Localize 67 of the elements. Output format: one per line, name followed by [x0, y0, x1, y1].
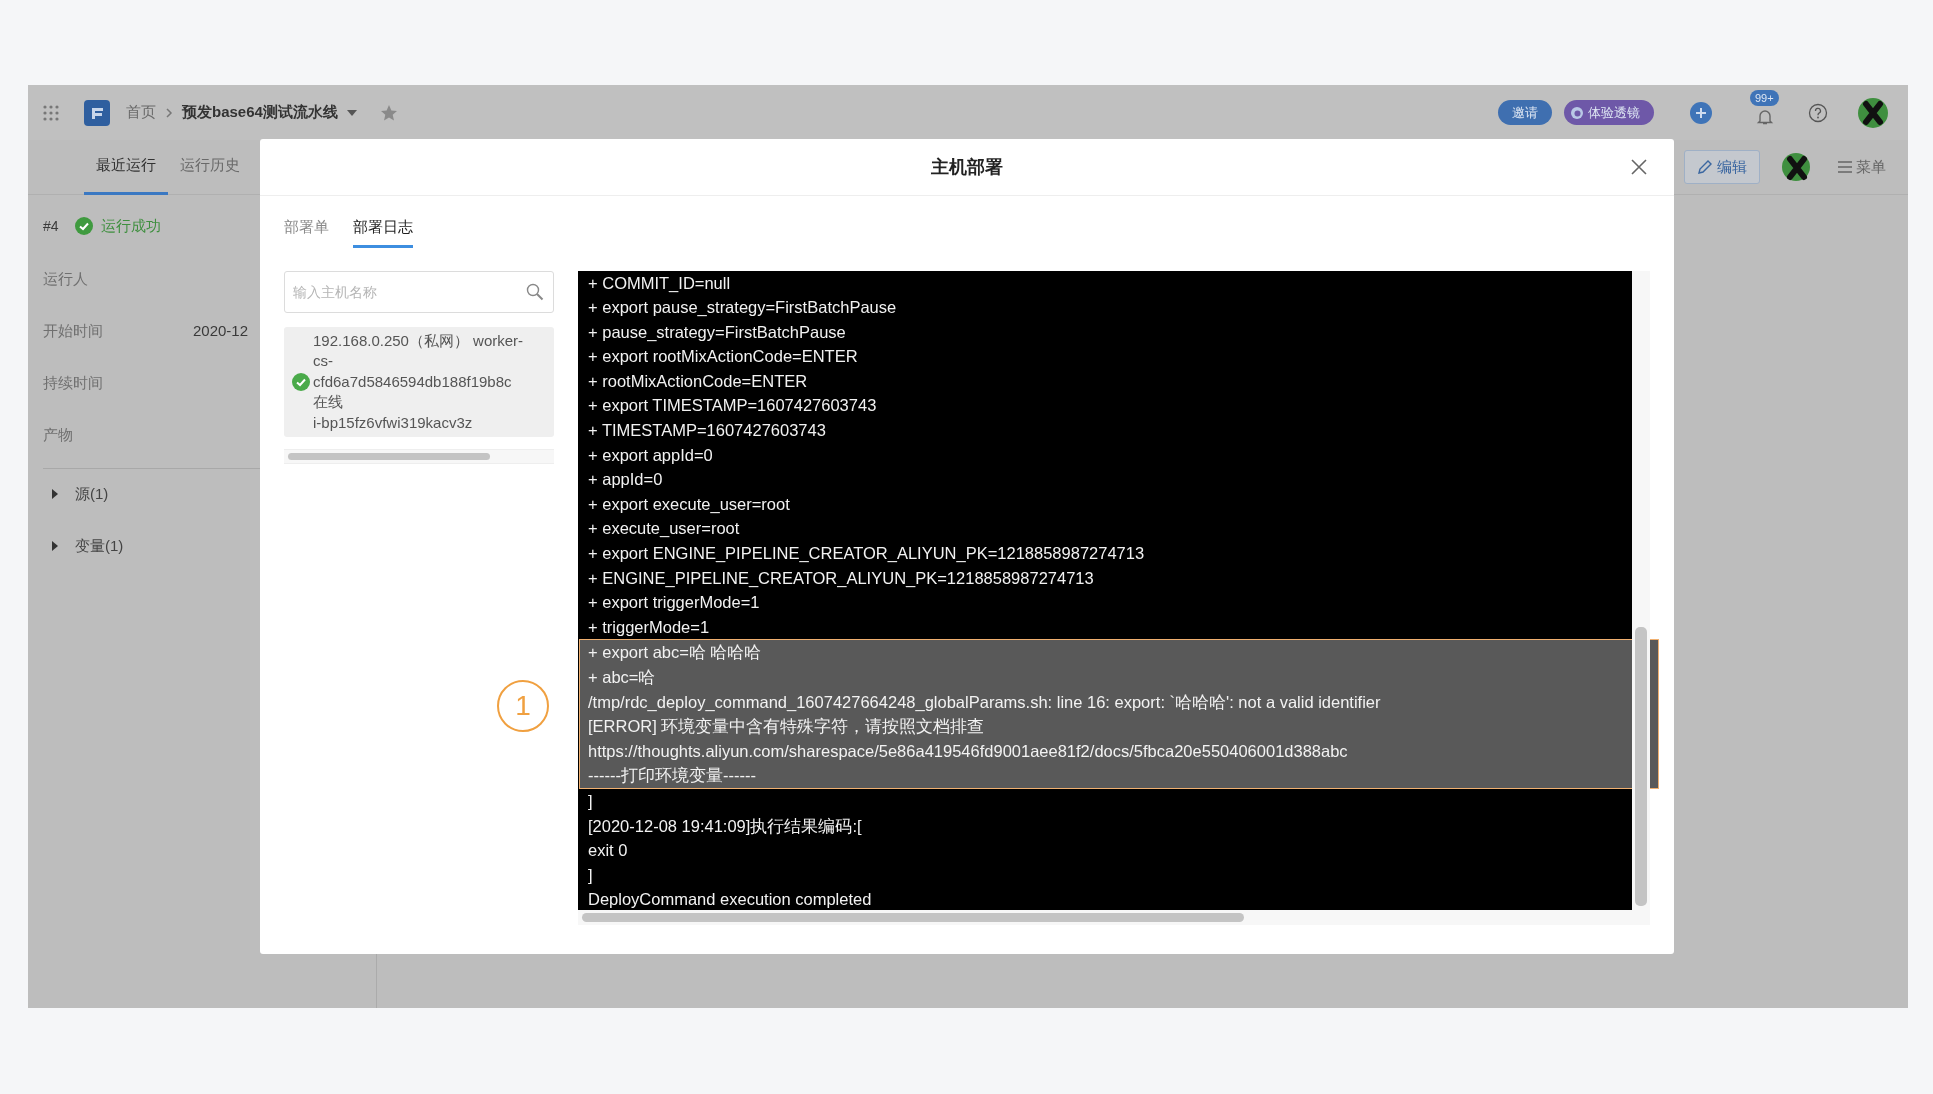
host-detail: i-bp15fz6vfwi319kacv3z [313, 412, 474, 433]
dialog-tab[interactable]: 部署单 [284, 210, 329, 248]
log-line: + COMMIT_ID=null [588, 272, 732, 294]
log-line: + pause_strategy=FirstBatchPause [588, 321, 847, 343]
notification-count: 99+ [1750, 89, 1779, 106]
run-number: #4 [43, 216, 59, 236]
log-line: + appId=0 [588, 469, 664, 491]
pencil-icon [1697, 159, 1713, 175]
help-icon[interactable] [1808, 102, 1828, 123]
avatar-icon[interactable] [1858, 97, 1888, 128]
log-line: DeployCommand execution completed [588, 889, 873, 911]
lens-button[interactable]: 体验透镜 [1564, 99, 1654, 126]
host-detail: cs- [313, 351, 334, 371]
log-line: + export pause_strategy=FirstBatchPause [588, 297, 898, 319]
bell-icon[interactable] [1756, 107, 1774, 126]
page-tab[interactable]: 最近运行 [84, 139, 168, 195]
vertical-scrollbar[interactable] [1632, 270, 1650, 910]
log-line: + export execute_user=root [588, 493, 791, 515]
add-icon[interactable] [1690, 101, 1712, 124]
log-line: + rootMixActionCode=ENTER [588, 370, 809, 392]
log-line: ] [588, 864, 594, 886]
field-label: 开始时间 [43, 321, 104, 342]
log-line: exit 0 [588, 840, 629, 862]
log-line: [2020-12-08 19:41:09]执行结果编码:[ [588, 815, 863, 837]
host-detail: 192.168.0.250（私网） worker- [313, 330, 524, 351]
caret-down-icon[interactable] [345, 108, 358, 117]
host-detail: cfd6a7d5846594db188f19b8c [313, 371, 513, 392]
field-label: 运行人 [43, 269, 89, 290]
menu-icon [1838, 161, 1852, 173]
log-line: + export ENGINE_PIPELINE_CREATOR_ALIYUN_PK=1218858987274713 [588, 543, 1146, 565]
avatar-icon[interactable] [1782, 153, 1810, 181]
star-icon[interactable] [379, 103, 398, 122]
log-line: + triggerMode=1 [588, 616, 711, 638]
chevron-right-icon [164, 106, 174, 119]
search-icon [526, 282, 544, 301]
page-tab[interactable]: 运行历史 [168, 139, 252, 195]
log-line: + export rootMixActionCode=ENTER [588, 346, 859, 368]
field-value: 2020-12 [193, 321, 249, 342]
apps-grid-icon[interactable] [42, 103, 60, 122]
breadcrumb-link[interactable]: 首页 [126, 101, 156, 124]
invite-button[interactable]: 邀请 [1498, 99, 1552, 126]
pipeline-title: 预发base64测试流水线 [182, 102, 338, 123]
lens-icon [1570, 105, 1584, 120]
dialog-tab[interactable]: 部署日志 [353, 210, 413, 248]
host-detail: 在线 [313, 392, 344, 412]
log-line: + export triggerMode=1 [588, 592, 761, 614]
section-toggle[interactable]: 变量(1) [43, 535, 124, 558]
field-label: 持续时间 [43, 373, 104, 394]
run-status: 运行成功 [100, 216, 161, 236]
check-circle-icon [74, 217, 93, 236]
close-icon[interactable] [1631, 159, 1647, 175]
annotation-marker: 1 [497, 680, 549, 732]
host-item[interactable]: 192.168.0.250（私网） worker- cs- cfd6a7d5846594db188f19b8c 在线 i-bp15fz6vfwi319kacv3z [284, 326, 554, 437]
search-field[interactable]: 输入主机名称 [284, 270, 554, 313]
log-line: + execute_user=root [588, 518, 741, 540]
edit-button[interactable]: 编辑 [1684, 149, 1760, 185]
log-line: ] [588, 790, 594, 812]
log-line: + export TIMESTAMP=1607427603743 [588, 395, 878, 417]
field-label: 产物 [43, 425, 74, 446]
horizontal-scrollbar[interactable] [284, 449, 554, 464]
app-logo-icon[interactable] [84, 99, 110, 126]
log-line: + ENGINE_PIPELINE_CREATOR_ALIYUN_PK=1218858987274713 [588, 567, 1095, 589]
log-line: + export appId=0 [588, 444, 714, 466]
menu-button[interactable]: 菜单 [1832, 154, 1892, 180]
section-toggle[interactable]: 源(1) [43, 482, 109, 505]
dialog-title: 主机部署 [931, 155, 1003, 179]
log-line: + TIMESTAMP=1607427603743 [588, 420, 827, 442]
